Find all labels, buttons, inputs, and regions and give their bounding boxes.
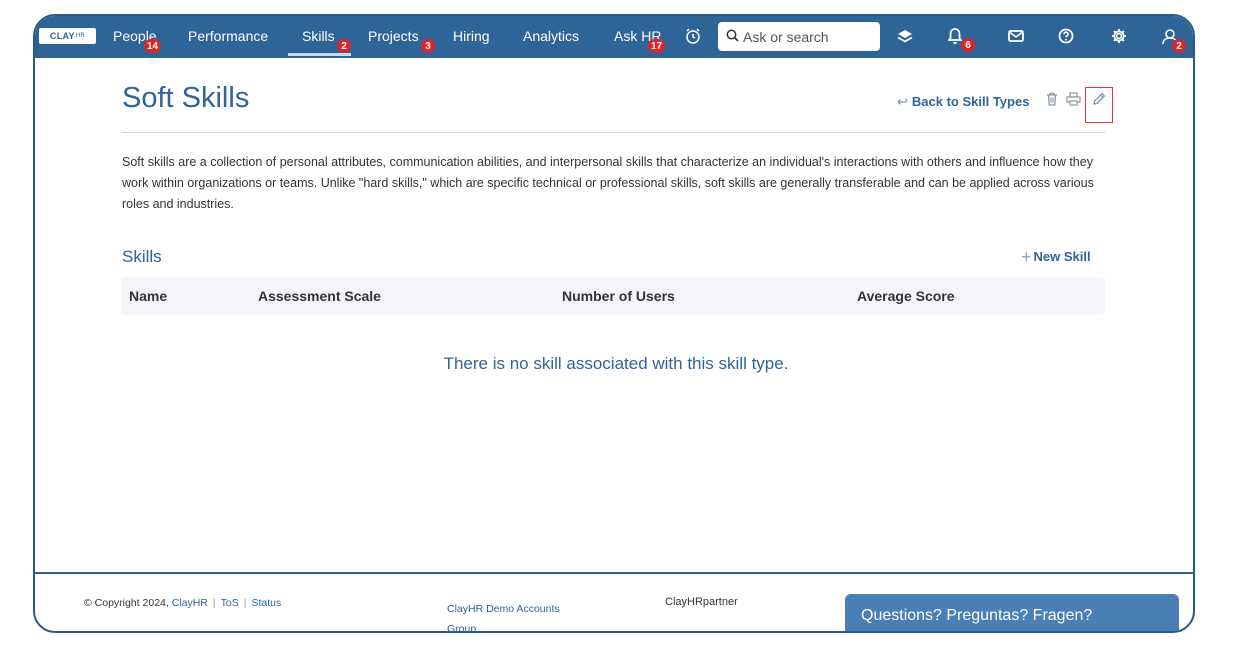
pencil-icon [1092, 92, 1106, 109]
page-title: Soft Skills [122, 82, 250, 114]
print-icon[interactable] [1066, 92, 1081, 109]
footer-copyright: © Copyright 2024, ClayHR | ToS | Status [84, 597, 282, 609]
column-number-of-users[interactable]: Number of Users [562, 288, 675, 304]
search-field[interactable] [718, 22, 880, 51]
people-badge: 14 [144, 39, 162, 53]
skill-type-description: Soft skills are a collection of personal… [122, 155, 1094, 211]
notifications-badge: 6 [961, 38, 975, 52]
active-tab-indicator [288, 53, 351, 56]
nav-performance[interactable]: Performance [188, 28, 268, 44]
top-navbar: CLAY HR People 14 Performance Skills 2 Pr… [35, 16, 1193, 58]
edit-button[interactable] [1085, 87, 1113, 123]
chat-widget-button[interactable]: Questions? Preguntas? Fragen? [845, 594, 1179, 631]
new-skill-button[interactable]: + New Skill [1021, 245, 1091, 267]
back-to-skill-types-link[interactable]: ↩ Back to Skill Types [897, 94, 1029, 110]
header-divider [122, 132, 1105, 133]
column-average-score[interactable]: Average Score [857, 288, 955, 304]
projects-badge: 3 [421, 39, 435, 53]
empty-state-message: There is no skill associated with this s… [443, 354, 789, 373]
skills-table-header: Name Assessment Scale Number of Users Av… [121, 277, 1105, 315]
clayhr-logo[interactable]: CLAY HR [39, 28, 96, 44]
app-window: CLAY HR People 14 Performance Skills 2 Pr… [33, 14, 1195, 633]
footer-divider [35, 572, 1193, 574]
profile-badge: 2 [1172, 39, 1186, 53]
ask-hr-badge: 17 [648, 39, 666, 53]
nav-hiring[interactable]: Hiring [453, 28, 490, 44]
column-name[interactable]: Name [129, 288, 167, 304]
settings-icon[interactable] [1109, 26, 1129, 46]
status-link[interactable]: Status [251, 597, 281, 609]
help-icon[interactable] [1056, 26, 1076, 46]
mail-icon[interactable] [1006, 26, 1026, 46]
skills-badge: 2 [337, 39, 351, 53]
search-icon [726, 29, 739, 45]
layers-icon[interactable] [895, 26, 915, 46]
nav-skills[interactable]: Skills [302, 28, 335, 44]
search-input[interactable] [743, 28, 873, 45]
tos-link[interactable]: ToS [221, 597, 239, 609]
column-assessment-scale[interactable]: Assessment Scale [258, 288, 381, 304]
nav-analytics[interactable]: Analytics [523, 28, 579, 44]
skills-section-title: Skills [122, 247, 162, 266]
clayhr-link[interactable]: ClayHR [172, 597, 208, 609]
back-arrow-icon: ↩ [897, 94, 908, 109]
footer-group-link[interactable]: ClayHR Demo Accounts Group [447, 599, 587, 631]
nav-projects[interactable]: Projects [368, 28, 419, 44]
delete-icon[interactable] [1046, 92, 1058, 109]
plus-icon: + [1021, 247, 1032, 267]
footer-partner: ClayHRpartner [665, 596, 738, 608]
clock-icon[interactable] [683, 26, 703, 46]
